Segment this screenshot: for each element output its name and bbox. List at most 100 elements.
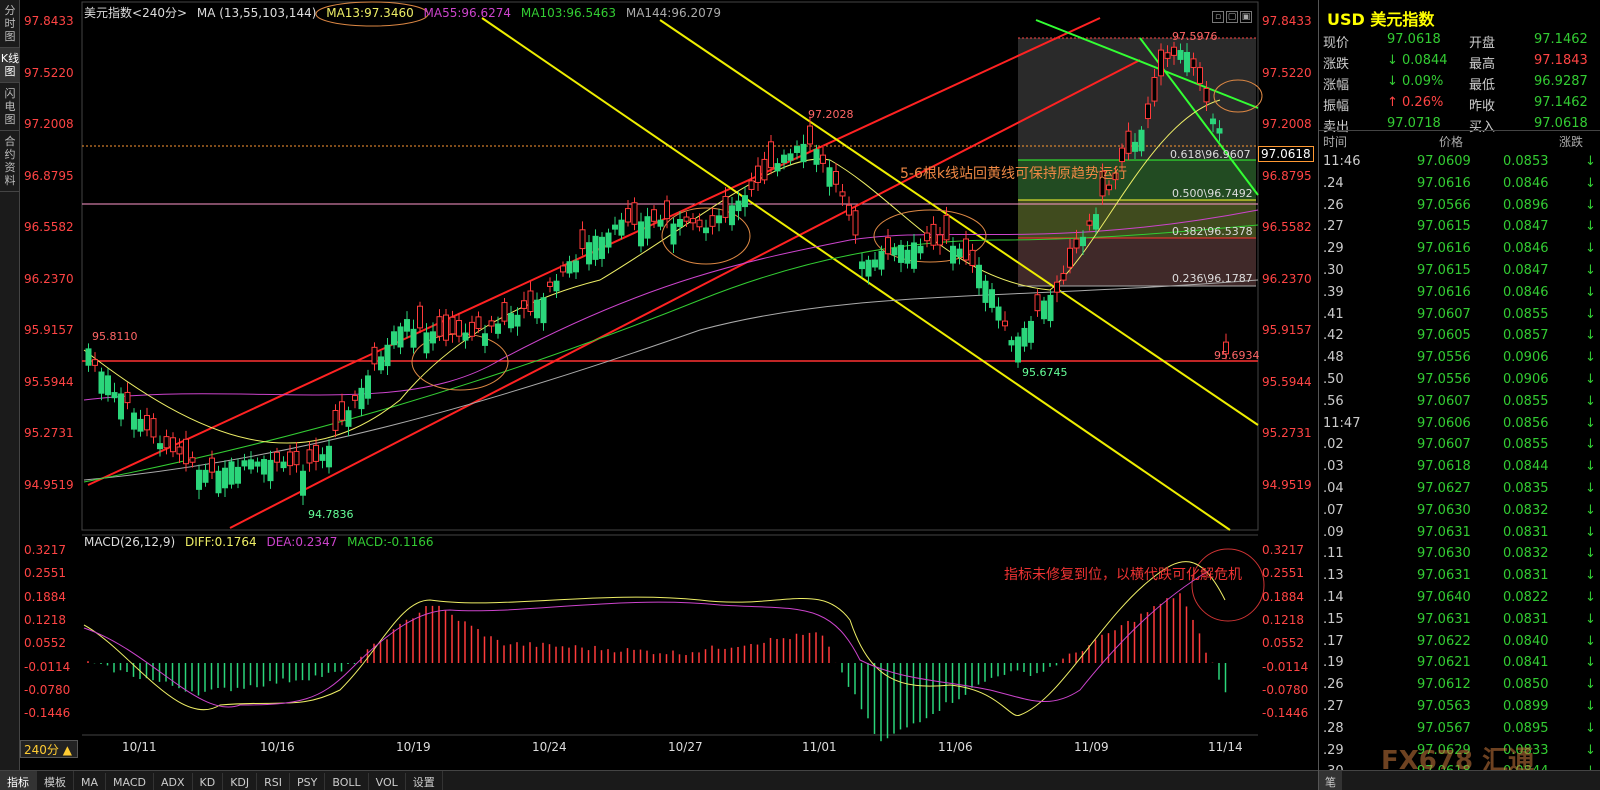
tick-row: .41 97.0607 0.0855 ↓ xyxy=(1319,305,1600,327)
macd-axis-left-label: -0.0114 xyxy=(24,659,71,674)
indicator-tab[interactable]: 模板 xyxy=(37,771,74,790)
down-arrow-icon: ↓ xyxy=(1585,284,1596,300)
indicator-toolbar: 指标 模板 MA MACD ADX KD KDJ RSI PSY BOLL VOL 设置 xyxy=(0,770,1320,790)
tick-row: .26 97.0612 0.0850 ↓ xyxy=(1319,675,1600,697)
quote-value: ↓ 0.09% xyxy=(1387,74,1444,89)
ticks-header-time: 时间 xyxy=(1323,135,1348,149)
candle xyxy=(300,470,306,496)
price-axis-right-label: 96.8795 xyxy=(1262,168,1312,183)
candle xyxy=(404,319,410,332)
candle xyxy=(209,457,215,473)
candle xyxy=(326,445,332,468)
tick-time: .11 xyxy=(1323,546,1344,562)
right-bottom-tab[interactable]: 笔 xyxy=(1319,771,1342,790)
quote-label: 最高 xyxy=(1469,57,1496,72)
minimize-icon[interactable]: ▢ xyxy=(1226,11,1238,23)
candle xyxy=(950,245,956,264)
indicator-tab[interactable]: BOLL xyxy=(325,773,369,790)
candle xyxy=(449,316,456,335)
candle xyxy=(1093,214,1099,230)
candle xyxy=(794,145,800,153)
price-axis-right-label: 97.5220 xyxy=(1262,65,1312,80)
indicator-tab[interactable]: ADX xyxy=(154,773,193,790)
tick-row: .15 97.0631 0.0831 ↓ xyxy=(1319,610,1600,632)
candle xyxy=(508,313,514,329)
ticks-header-change: 涨跌 xyxy=(1559,135,1584,149)
candle xyxy=(748,180,755,190)
candle xyxy=(1171,46,1177,56)
indicator-tab[interactable]: RSI xyxy=(257,773,291,790)
tick-row: 11:46 97.0609 0.0853 ↓ xyxy=(1319,152,1600,174)
candle xyxy=(131,412,137,430)
candle xyxy=(820,154,826,164)
indicator-tab[interactable]: MA xyxy=(74,773,107,790)
indicator-tab[interactable]: PSY xyxy=(290,773,326,790)
tick-row: 11:47 97.0606 0.0856 ↓ xyxy=(1319,414,1600,436)
period-selector[interactable]: 240分 ▲ xyxy=(20,740,78,758)
candle xyxy=(833,171,839,185)
candle xyxy=(1132,141,1138,152)
macd-axis-left-label: 0.1884 xyxy=(24,589,66,604)
instrument-title: 美元指数 xyxy=(84,6,133,20)
candle xyxy=(1197,67,1203,84)
quote-title: USD 美元指数 xyxy=(1327,10,1435,29)
down-arrow-icon: ↓ xyxy=(1585,371,1596,387)
macd-value: MACD:-0.1166 xyxy=(347,535,434,549)
candle xyxy=(872,259,878,268)
tick-price: 97.0556 xyxy=(1417,350,1471,366)
down-arrow-icon: ↓ xyxy=(1585,546,1596,562)
candle xyxy=(105,375,111,396)
indicator-tab[interactable]: MACD xyxy=(106,773,154,790)
tick-row: .48 97.0556 0.0906 ↓ xyxy=(1319,348,1600,370)
candle xyxy=(85,348,92,366)
indicator-tab[interactable]: KDJ xyxy=(223,773,258,790)
candle xyxy=(956,248,963,258)
macd-axis-right-label: 0.2551 xyxy=(1262,566,1304,581)
tick-change: 0.0831 xyxy=(1503,611,1549,627)
tick-change: 0.0846 xyxy=(1503,241,1549,257)
tick-time: .13 xyxy=(1323,568,1344,584)
tick-time: .03 xyxy=(1323,459,1344,475)
macd-axis-left-label: 0.3217 xyxy=(24,543,66,557)
ma-params: MA (13,55,103,144) xyxy=(196,6,317,20)
macd-axis-left-label: 0.1218 xyxy=(24,612,66,627)
indicator-tab[interactable]: 设置 xyxy=(406,771,443,790)
restore-icon[interactable]: ▫ xyxy=(1212,11,1224,23)
candle xyxy=(1047,294,1054,322)
candle xyxy=(521,300,527,309)
down-arrow-icon: ↓ xyxy=(1585,197,1596,213)
tick-row: .02 97.0607 0.0855 ↓ xyxy=(1319,435,1600,457)
tick-time: .26 xyxy=(1323,677,1344,693)
indicator-tab[interactable]: 指标 xyxy=(0,771,37,790)
candle xyxy=(196,469,202,490)
candle xyxy=(846,204,852,216)
macd-legend: MACD(26,12,9) DIFF:0.1764 DEA:0.2347 MAC… xyxy=(84,535,440,549)
indicator-tab[interactable]: VOL xyxy=(369,773,406,790)
quote-label: 现价 xyxy=(1323,36,1350,51)
candle xyxy=(989,289,995,308)
quote-value: 97.1462 xyxy=(1534,95,1588,110)
tick-price: 97.0556 xyxy=(1417,371,1471,387)
candle xyxy=(1138,129,1145,152)
down-arrow-icon: ↓ xyxy=(1585,437,1596,453)
indicator-tab[interactable]: KD xyxy=(193,773,224,790)
ticks-header: 时间 价格 涨跌 xyxy=(1319,130,1600,150)
quote-value: 96.9287 xyxy=(1534,74,1588,89)
quote-panel: USD 美元指数 现价 97.0618 开盘 97.1462 涨跌 ↓ 0.0844 最高 9… xyxy=(1318,0,1600,790)
down-arrow-icon: ↓ xyxy=(1585,459,1596,475)
date-label: 10/24 xyxy=(532,740,567,754)
ma13-value: MA13:97.3460 xyxy=(326,6,414,20)
candle xyxy=(306,449,313,464)
date-label: 10/11 xyxy=(122,740,157,754)
candle xyxy=(527,290,534,313)
candle xyxy=(540,297,547,324)
candle xyxy=(345,410,352,427)
candle xyxy=(963,238,969,261)
high-label-1: 97.2028 xyxy=(808,108,854,121)
close-icon[interactable]: ▣ xyxy=(1240,11,1252,23)
tick-change: 0.0855 xyxy=(1503,393,1549,409)
price-axis-left-label: 97.5220 xyxy=(24,65,74,80)
ticks-header-price: 价格 xyxy=(1439,135,1464,149)
candle xyxy=(352,395,358,401)
tick-time: .26 xyxy=(1323,197,1344,213)
